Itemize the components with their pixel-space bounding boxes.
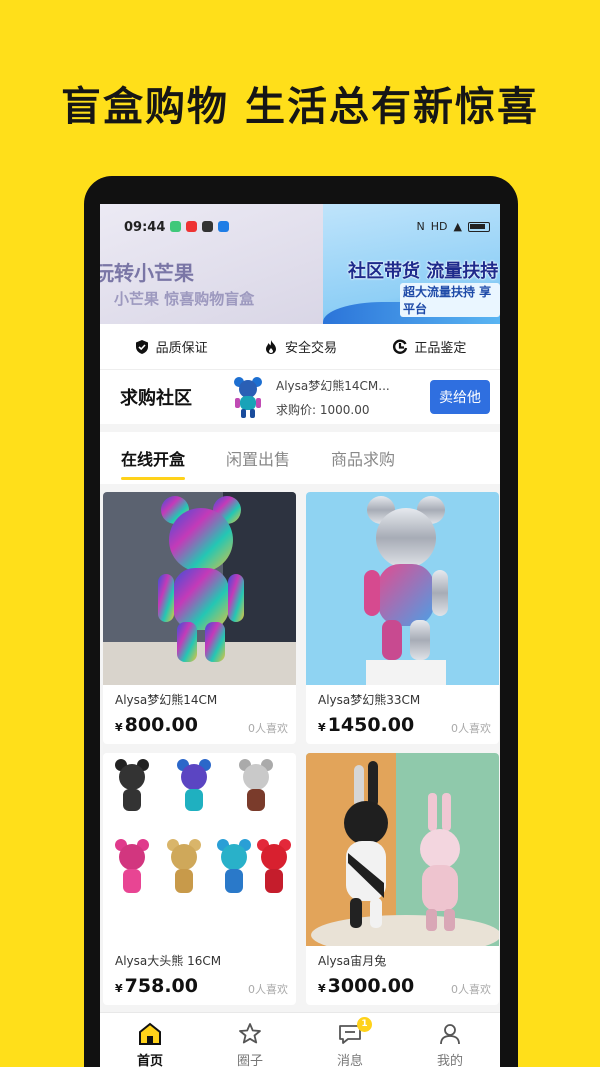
app-notification-icon — [218, 221, 229, 232]
promo-title: 盲盒购物 生活总有新惊喜 — [61, 84, 539, 130]
product-image — [306, 492, 499, 685]
nav-label: 首页 — [136, 1054, 163, 1067]
authenticate-icon — [393, 339, 408, 354]
wanted-item-thumbnail — [234, 377, 262, 418]
message-badge: 1 — [357, 1017, 372, 1032]
user-icon — [440, 1024, 460, 1045]
product-card[interactable]: Alysa宙月兔 ¥3000.00 0人喜欢 — [306, 753, 499, 1005]
status-notification-icons — [170, 221, 229, 232]
nav-label: 我的 — [436, 1054, 463, 1067]
price-value: 3000.00 — [327, 975, 415, 997]
wanted-item-price: 求购价: 1000.00 — [276, 402, 370, 417]
product-name: Alysa梦幻熊14CM — [115, 693, 218, 707]
nav-circle[interactable]: 圈子 — [200, 1013, 300, 1067]
currency-symbol: ¥ — [115, 982, 123, 995]
nfc-icon: N — [416, 220, 425, 233]
product-image — [103, 492, 296, 685]
home-icon — [139, 1022, 161, 1045]
nav-messages[interactable]: 1 消息 — [300, 1013, 400, 1067]
tab-product-wanted[interactable]: 商品求购 — [331, 446, 395, 470]
product-price: ¥1450.00 — [318, 714, 414, 736]
banner-right-title: 社区带货 流量扶持 — [348, 261, 499, 282]
app-screen: 09:44 N HD ▲ 玩转小芒果 小芒果 惊喜购物盲盒 社区带货 流量扶持 … — [100, 204, 500, 1067]
currency-symbol: ¥ — [318, 721, 326, 734]
shield-check-icon — [135, 339, 148, 354]
sell-to-him-button[interactable]: 卖给他 — [430, 380, 490, 414]
product-card[interactable]: Alysa梦幻熊33CM ¥1450.00 0人喜欢 — [306, 492, 499, 744]
product-grid: Alysa梦幻熊14CM ¥800.00 0人喜欢 Alysa梦幻熊33CM ¥… — [103, 492, 499, 1005]
app-notification-icon — [186, 221, 197, 232]
battery-icon — [468, 221, 490, 232]
product-price: ¥800.00 — [115, 714, 198, 736]
product-image — [103, 753, 296, 946]
product-likes: 0人喜欢 — [248, 722, 288, 735]
wanted-item-info: Alysa梦幻熊14CM... 求购价: 1000.00 — [276, 377, 430, 418]
tab-idle-sale[interactable]: 闲置出售 — [226, 446, 290, 470]
product-image — [306, 753, 499, 946]
product-card[interactable]: Alysa梦幻熊14CM ¥800.00 0人喜欢 — [103, 492, 296, 744]
product-price: ¥758.00 — [115, 975, 198, 997]
product-name: Alysa大头熊 16CM — [115, 954, 222, 968]
product-likes: 0人喜欢 — [451, 722, 491, 735]
bottom-navigation: 首页 圈子 1 消息 我的 — [100, 1012, 500, 1067]
guarantee-label: 正品鉴定 — [414, 341, 467, 356]
nav-home[interactable]: 首页 — [100, 1013, 200, 1067]
nav-mine[interactable]: 我的 — [400, 1013, 500, 1067]
banner-left-subtitle: 小芒果 惊喜购物盲盒 — [114, 290, 255, 308]
currency-symbol: ¥ — [318, 982, 326, 995]
guarantee-label: 品质保证 — [155, 341, 208, 356]
product-likes: 0人喜欢 — [451, 983, 491, 996]
currency-symbol: ¥ — [115, 721, 123, 734]
product-name: Alysa梦幻熊33CM — [318, 693, 421, 707]
promo-banner[interactable]: 09:44 N HD ▲ 玩转小芒果 小芒果 惊喜购物盲盒 社区带货 流量扶持 … — [100, 204, 500, 324]
content-tabs: 在线开盒 闲置出售 商品求购 — [100, 432, 500, 484]
signal-hd-label: HD — [430, 220, 448, 233]
guarantee-strip: 品质保证 安全交易 正品鉴定 — [100, 324, 500, 370]
banner-right-subtitle: 超大流量扶持 享平台 — [400, 283, 500, 317]
guarantee-safe-trade: 安全交易 — [263, 337, 337, 356]
product-price: ¥3000.00 — [318, 975, 414, 997]
guarantee-authentic: 正品鉴定 — [392, 337, 466, 356]
wanted-community[interactable]: 求购社区 Alysa梦幻熊14CM... 求购价: 1000.00 卖给他 — [100, 370, 500, 432]
product-name: Alysa宙月兔 — [318, 954, 387, 968]
nav-label: 消息 — [336, 1054, 363, 1067]
guarantee-quality: 品质保证 — [134, 337, 208, 356]
price-value: 758.00 — [124, 975, 198, 997]
app-notification-icon — [170, 221, 181, 232]
flame-icon — [265, 339, 276, 354]
product-likes: 0人喜欢 — [248, 983, 288, 996]
star-icon — [239, 1023, 261, 1044]
product-card[interactable]: Alysa大头熊 16CM ¥758.00 0人喜欢 — [103, 753, 296, 1005]
banner-left-title: 玩转小芒果 — [100, 261, 194, 285]
wanted-title: 求购社区 — [120, 388, 192, 409]
app-notification-icon — [202, 221, 213, 232]
nav-label: 圈子 — [236, 1054, 263, 1067]
tab-online-unbox[interactable]: 在线开盒 — [121, 446, 186, 480]
status-time: 09:44 — [124, 220, 166, 235]
price-value: 800.00 — [124, 714, 198, 736]
wanted-item-name: Alysa梦幻熊14CM... — [276, 378, 390, 393]
price-value: 1450.00 — [327, 714, 415, 736]
status-right: N HD ▲ — [417, 220, 490, 233]
wifi-icon: ▲ — [453, 220, 462, 233]
guarantee-label: 安全交易 — [284, 341, 337, 356]
